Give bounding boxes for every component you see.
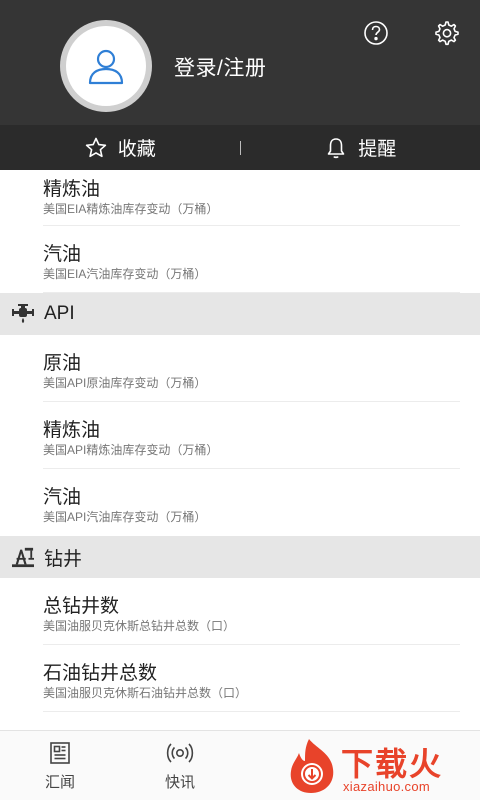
item-subtitle: 美国API汽油库存变动（万桶）	[43, 510, 207, 524]
list-item[interactable]: 精炼油 美国EIA精炼油库存变动（万桶）	[43, 170, 460, 226]
nav-flash-label: 快讯	[164, 774, 195, 791]
favorites-reminders-bar: 收藏 提醒	[0, 125, 480, 170]
avatar[interactable]	[60, 20, 152, 112]
item-title: 原油	[43, 353, 82, 374]
section-header-rigs: 钻井	[0, 536, 480, 578]
list-item[interactable]: 总钻井数 美国油服贝克休斯总钻井总数（口）	[43, 578, 460, 645]
newspaper-icon	[50, 742, 70, 764]
item-title: 精炼油	[43, 420, 101, 441]
list-item[interactable]: 汽油 美国EIA汽油库存变动（万桶）	[43, 226, 460, 293]
oil-rig-icon	[12, 546, 34, 568]
tab-reminders-label: 提醒	[358, 139, 397, 160]
section-label: API	[44, 303, 75, 324]
nav-news[interactable]: 汇闻	[30, 741, 90, 792]
gear-icon[interactable]	[432, 19, 460, 47]
profile-header: 登录/注册	[0, 0, 480, 125]
nav-news-label: 汇闻	[44, 774, 75, 791]
item-subtitle: 美国API精炼油库存变动（万桶）	[43, 443, 219, 457]
item-subtitle: 美国油服贝克休斯石油钻井总数（口）	[43, 686, 248, 700]
item-subtitle: 美国油服贝克休斯总钻井总数（口）	[43, 619, 236, 633]
item-subtitle: 美国EIA汽油库存变动（万桶）	[43, 267, 207, 281]
tab-favorites-label: 收藏	[117, 139, 156, 160]
item-title: 汽油	[43, 487, 82, 508]
nav-flash[interactable]: 快讯	[150, 741, 210, 792]
indicator-list: 精炼油 美国EIA精炼油库存变动（万桶） 汽油 美国EIA汽油库存变动（万桶） …	[0, 170, 480, 730]
list-item[interactable]: 石油钻井总数 美国油服贝克休斯石油钻井总数（口）	[43, 645, 460, 712]
tab-reminders[interactable]: 提醒	[241, 125, 480, 170]
item-subtitle: 美国API原油库存变动（万桶）	[43, 376, 207, 390]
item-title: 汽油	[43, 244, 82, 265]
section-label: 钻井	[44, 548, 83, 570]
flame-logo-icon	[290, 739, 334, 793]
login-register-link[interactable]: 登录/注册	[174, 52, 266, 82]
bell-icon	[327, 137, 345, 158]
item-subtitle: 美国EIA精炼油库存变动（万桶）	[43, 202, 219, 216]
item-title: 总钻井数	[43, 596, 120, 617]
oil-valve-icon	[12, 303, 34, 325]
help-circle-icon[interactable]	[362, 19, 390, 47]
star-icon	[85, 137, 106, 157]
section-header-api: API	[0, 293, 480, 335]
list-item[interactable]: 原油 美国API原油库存变动（万桶）	[43, 335, 460, 402]
tab-favorites[interactable]: 收藏	[0, 125, 240, 170]
item-title: 石油钻井总数	[43, 663, 158, 684]
user-icon	[66, 26, 146, 106]
broadcast-icon	[166, 743, 194, 763]
item-title: 精炼油	[43, 179, 101, 200]
watermark-logo: 下载火 xiazaihuo.com	[283, 737, 478, 797]
watermark-url: xiazaihuo.com	[343, 779, 430, 794]
list-item[interactable]: 汽油 美国API汽油库存变动（万桶）	[43, 469, 460, 536]
list-item[interactable]: 精炼油 美国API精炼油库存变动（万桶）	[43, 402, 460, 469]
